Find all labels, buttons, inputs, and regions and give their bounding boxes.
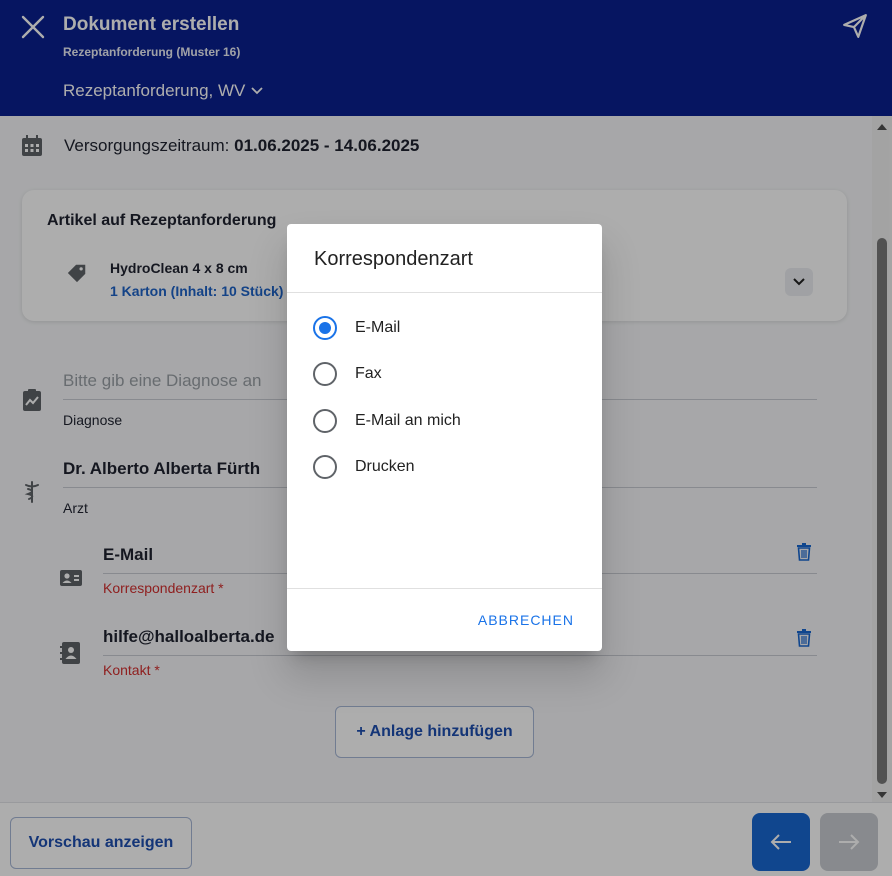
dialog-divider (287, 588, 602, 589)
radio-option-print[interactable]: Drucken (313, 455, 415, 479)
dialog-divider (287, 292, 602, 293)
radio-option-email-to-me[interactable]: E-Mail an mich (313, 409, 461, 433)
correspondence-dialog: Korrespondenzart E-Mail Fax E-Mail an mi… (287, 224, 602, 651)
radio-label: E-Mail (355, 319, 401, 336)
radio-button[interactable] (313, 409, 337, 433)
radio-label: E-Mail an mich (355, 412, 461, 429)
radio-option-fax[interactable]: Fax (313, 362, 382, 386)
dialog-title: Korrespondenzart (314, 248, 473, 270)
radio-button-checked[interactable] (313, 316, 337, 340)
radio-label: Drucken (355, 458, 415, 475)
radio-label: Fax (355, 365, 382, 382)
radio-button[interactable] (313, 362, 337, 386)
radio-option-email[interactable]: E-Mail (313, 316, 400, 340)
cancel-button[interactable]: ABBRECHEN (478, 612, 574, 628)
radio-button[interactable] (313, 455, 337, 479)
